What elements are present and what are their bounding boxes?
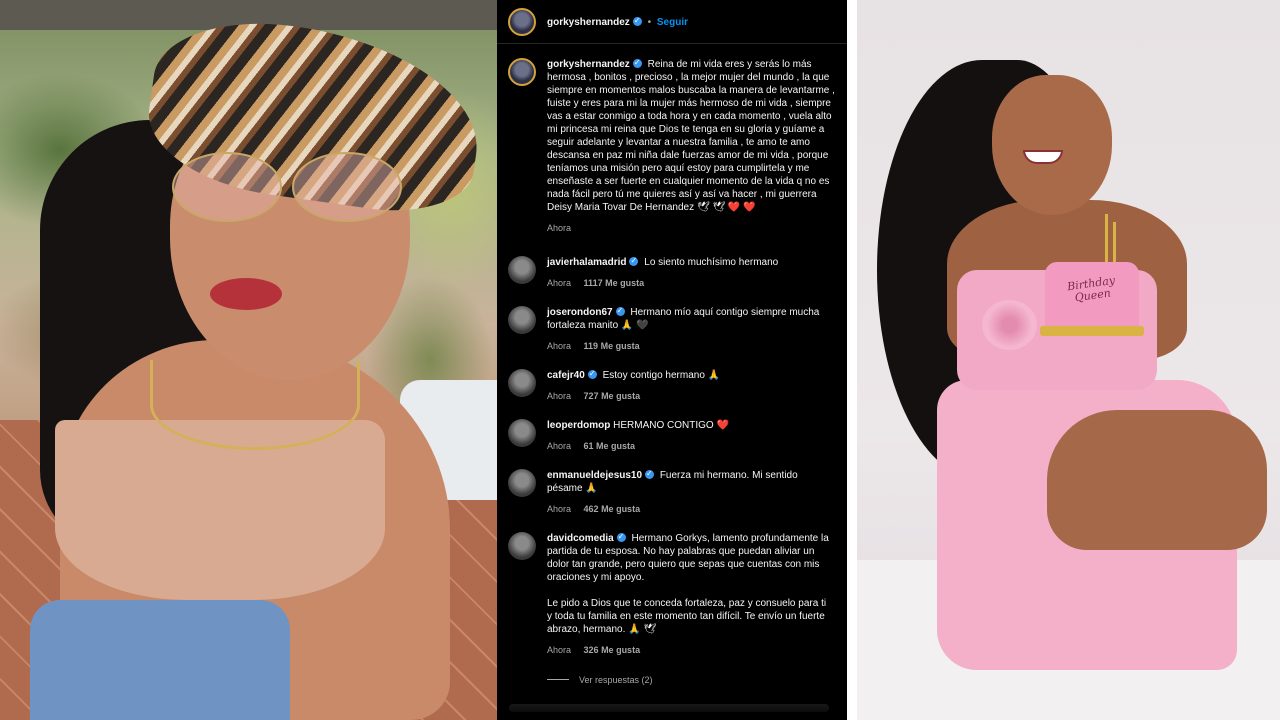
verified-badge-icon <box>632 56 642 69</box>
caption-author-username[interactable]: gorkyshernandez <box>547 59 630 70</box>
author-avatar[interactable] <box>508 8 536 36</box>
post-header: gorkyshernandez • Seguir <box>497 0 847 44</box>
verified-badge-icon <box>587 367 597 380</box>
author-username[interactable]: gorkyshernandez <box>547 17 630 28</box>
caption-time: Ahora <box>547 223 572 233</box>
candle <box>1105 214 1108 264</box>
view-replies-label: Ver respuestas (2) <box>579 675 653 685</box>
commenter-avatar[interactable] <box>508 532 536 560</box>
comment-meta: Ahora 462 Me gusta <box>547 503 829 516</box>
glasses-lens-left <box>172 152 282 222</box>
caption-meta: Ahora <box>547 222 835 235</box>
leg <box>1047 410 1267 550</box>
commenter-avatar[interactable] <box>508 256 536 284</box>
comment-text-paragraph-2: Le pido a Dios que te conceda fortaleza,… <box>547 598 827 635</box>
comment-meta: Ahora 1117 Me gusta <box>547 277 829 290</box>
comment-body: joserondon67 Hermano mío aquí contigo si… <box>547 304 829 353</box>
comment-time: Ahora <box>547 645 572 655</box>
replies-line <box>547 679 569 680</box>
caption-author-avatar[interactable] <box>508 58 536 86</box>
jeans <box>30 600 290 720</box>
comment-meta: Ahora 61 Me gusta <box>547 440 829 453</box>
comment-body: davidcomedia Hermano Gorkys, lamento pro… <box>547 530 829 687</box>
comment-time: Ahora <box>547 441 572 451</box>
comment-time: Ahora <box>547 341 572 351</box>
rose-detail <box>982 300 1037 350</box>
view-replies-button[interactable]: Ver respuestas (2) <box>547 674 829 687</box>
comment-meta: Ahora 326 Me gusta <box>547 644 829 657</box>
caption-body: gorkyshernandez Reina de mi vida eres y … <box>547 56 835 235</box>
comment-likes[interactable]: 61 Me gusta <box>584 441 636 451</box>
commenter-avatar[interactable] <box>508 469 536 497</box>
commenter-username[interactable]: leoperdomop <box>547 420 610 431</box>
instagram-post-panel: gorkyshernandez • Seguir gorkyshernandez… <box>497 0 847 720</box>
bottom-fade <box>497 700 847 720</box>
comment-body: leoperdomop HERMANO CONTIGO ❤️ Ahora 61 … <box>547 419 829 453</box>
comment-likes[interactable]: 462 Me gusta <box>584 504 641 514</box>
comment-time: Ahora <box>547 504 572 514</box>
comment-likes[interactable]: 727 Me gusta <box>584 391 641 401</box>
panel-divider <box>847 0 857 720</box>
right-photo: Birthday Queen <box>857 0 1280 720</box>
verified-badge-icon <box>632 14 642 27</box>
comment-body: javierhalamadrid Lo siento muchísimo her… <box>547 254 829 290</box>
left-photo <box>0 0 497 720</box>
face <box>992 75 1112 215</box>
cake-board <box>1040 326 1144 336</box>
commenter-username[interactable]: davidcomedia <box>547 533 614 544</box>
commenter-avatar[interactable] <box>508 419 536 447</box>
comment-likes[interactable]: 119 Me gusta <box>584 341 640 351</box>
comment-text: Estoy contigo hermano 🙏 <box>602 370 721 381</box>
header-author-line: gorkyshernandez • Seguir <box>547 14 688 29</box>
commenter-username[interactable]: javierhalamadrid <box>547 257 626 268</box>
commenter-avatar[interactable] <box>508 369 536 397</box>
glasses-lens-right <box>292 152 402 222</box>
commenter-username[interactable]: cafejr40 <box>547 370 585 381</box>
comment-meta: Ahora 727 Me gusta <box>547 390 829 403</box>
comment-body: enmanueldejesus10 Fuerza mi hermano. Mi … <box>547 467 829 516</box>
lips <box>210 278 282 310</box>
comment-body: cafejr40 Estoy contigo hermano 🙏 Ahora 7… <box>547 367 829 403</box>
follow-button[interactable]: Seguir <box>657 17 688 28</box>
verified-badge-icon <box>615 304 625 317</box>
comment-text: Lo siento muchísimo hermano <box>644 257 779 268</box>
caption-text: Reina de mi vida eres y serás lo más her… <box>547 59 835 213</box>
separator-dot: • <box>647 17 652 28</box>
comment-time: Ahora <box>547 278 572 288</box>
commenter-avatar[interactable] <box>508 306 536 334</box>
comment-likes[interactable]: 1117 Me gusta <box>584 278 645 288</box>
comment-meta: Ahora 119 Me gusta <box>547 340 829 353</box>
verified-badge-icon <box>645 467 655 480</box>
commenter-username[interactable]: joserondon67 <box>547 307 613 318</box>
glasses <box>172 152 412 227</box>
comment-time: Ahora <box>547 391 572 401</box>
commenter-username[interactable]: enmanueldejesus10 <box>547 470 642 481</box>
comment-likes[interactable]: 326 Me gusta <box>584 645 641 655</box>
comment-text: HERMANO CONTIGO ❤️ <box>613 420 729 431</box>
verified-badge-icon <box>616 530 626 543</box>
verified-badge-icon <box>629 254 639 267</box>
